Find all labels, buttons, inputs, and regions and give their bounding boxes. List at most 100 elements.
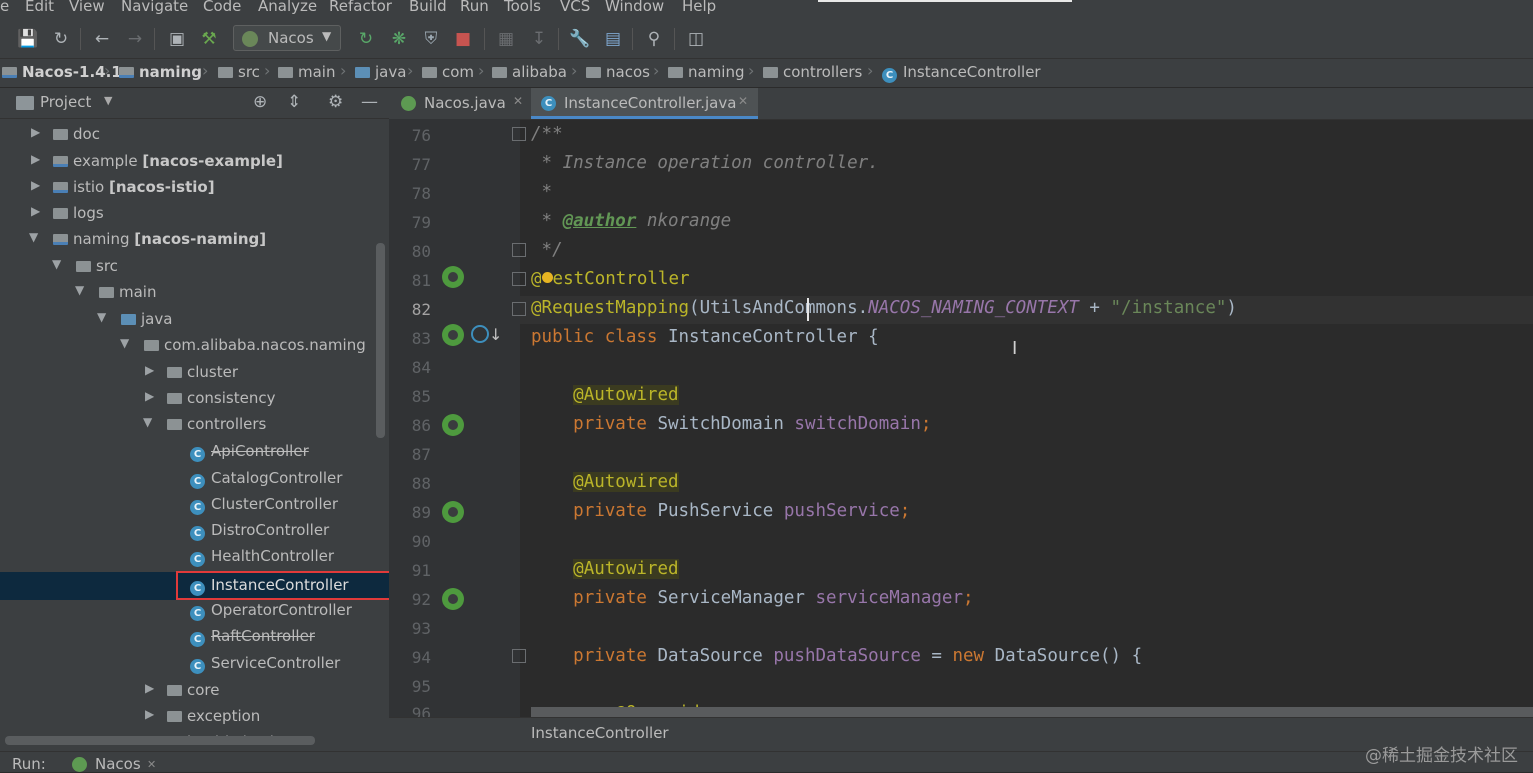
tree-item-example[interactable]: ▶ example [nacos-example] xyxy=(0,149,389,175)
chevron-down-icon[interactable]: ▼ xyxy=(29,230,38,244)
line-number[interactable]: 94 xyxy=(389,648,431,667)
code-line-76[interactable]: /** xyxy=(531,124,563,144)
menu-tools[interactable]: Tools xyxy=(504,0,541,15)
tree-item-exception[interactable]: ▶ exception xyxy=(0,704,389,730)
line-number[interactable]: 91 xyxy=(389,561,431,580)
save-all-icon[interactable]: 💾 xyxy=(17,28,39,50)
project-structure-icon[interactable]: ▤ xyxy=(602,28,624,50)
tree-item-src[interactable]: ▼ src xyxy=(0,254,389,280)
fold-marker-icon[interactable] xyxy=(512,649,526,663)
line-number[interactable]: 81 xyxy=(389,271,431,290)
tab-nacos-java[interactable]: Nacos.java ✕ xyxy=(395,88,529,119)
menu-file[interactable]: e xyxy=(0,0,9,15)
gear-icon[interactable]: ⚙ xyxy=(328,92,343,112)
menu-run[interactable]: Run xyxy=(460,0,489,15)
line-number[interactable]: 80 xyxy=(389,242,431,261)
tree-item-consistency[interactable]: ▶ consistency xyxy=(0,386,389,412)
code-line-82[interactable]: @RequestMapping(UtilsAndCommons.NACOS_NA… xyxy=(531,298,1237,318)
line-number[interactable]: 78 xyxy=(389,184,431,203)
line-number[interactable]: 84 xyxy=(389,358,431,377)
line-number[interactable]: 88 xyxy=(389,474,431,493)
code-line-77[interactable]: * Instance operation controller. xyxy=(531,153,879,173)
close-icon[interactable]: ✕ xyxy=(147,758,156,771)
tree-item-controllers[interactable]: ▼ controllers xyxy=(0,412,389,438)
project-panel-title[interactable]: Project xyxy=(40,93,91,111)
chevron-right-icon[interactable]: ▶ xyxy=(31,125,40,139)
run-configuration-dropdown[interactable]: Nacos ▼ xyxy=(233,25,341,51)
hide-panel-icon[interactable]: — xyxy=(361,92,378,112)
spring-bean-gutter-icon[interactable] xyxy=(442,266,464,288)
tree-item-naming-module[interactable]: ▼ naming [nacos-naming] xyxy=(0,227,389,253)
line-number[interactable]: 93 xyxy=(389,619,431,638)
spring-bean-gutter-icon[interactable] xyxy=(442,324,464,346)
tree-item-java[interactable]: ▼ java xyxy=(0,307,389,333)
chevron-down-icon[interactable]: ▼ xyxy=(120,336,129,350)
vcs-commit-icon[interactable]: ↧ xyxy=(528,28,550,50)
line-number[interactable]: 85 xyxy=(389,387,431,406)
autowired-gutter-icon[interactable] xyxy=(442,501,464,523)
tree-item-core[interactable]: ▶ core xyxy=(0,678,389,704)
tree-item-catalog-controller[interactable]: C CatalogController xyxy=(0,466,389,492)
close-icon[interactable]: ✕ xyxy=(738,94,748,108)
code-line-83[interactable]: public class InstanceController { xyxy=(531,327,879,347)
tree-item-cluster[interactable]: ▶ cluster xyxy=(0,360,389,386)
tree-item-operator-controller[interactable]: C OperatorController xyxy=(0,598,389,624)
breadcrumb-main[interactable]: main xyxy=(278,63,335,81)
chevron-right-icon[interactable]: ▶ xyxy=(145,363,154,377)
breadcrumb-naming-module[interactable]: naming xyxy=(119,63,202,81)
chevron-right-icon[interactable]: ▶ xyxy=(31,152,40,166)
breadcrumb-instance-controller[interactable]: C InstanceController xyxy=(882,63,1041,83)
collapse-all-icon[interactable]: ⇕ xyxy=(287,92,301,112)
debug-icon[interactable]: ❋ xyxy=(388,28,410,50)
tree-item-cluster-controller[interactable]: C ClusterController xyxy=(0,492,389,518)
menu-vcs[interactable]: VCS xyxy=(560,0,590,15)
menu-refactor[interactable]: Refactor xyxy=(329,0,392,15)
code-line-89[interactable]: private PushService pushService; xyxy=(531,501,910,521)
stop-icon[interactable]: ■ xyxy=(452,28,474,50)
menu-help[interactable]: Help xyxy=(682,0,716,15)
line-number[interactable]: 96 xyxy=(389,704,431,717)
settings-wrench-icon[interactable]: 🔧 xyxy=(569,28,591,50)
chevron-right-icon[interactable]: ▶ xyxy=(145,389,154,403)
autowired-gutter-icon[interactable] xyxy=(442,588,464,610)
chevron-right-icon[interactable]: ▶ xyxy=(145,681,154,695)
code-line-94[interactable]: private DataSource pushDataSource = new … xyxy=(531,646,1142,666)
line-number[interactable]: 92 xyxy=(389,590,431,609)
coverage-icon[interactable]: ⛨ xyxy=(420,28,442,50)
close-icon[interactable]: ✕ xyxy=(513,94,523,108)
tree-item-main[interactable]: ▼ main xyxy=(0,280,389,306)
breadcrumb-src[interactable]: src xyxy=(218,63,260,81)
fold-marker-icon[interactable] xyxy=(512,302,526,316)
menu-edit[interactable]: Edit xyxy=(25,0,54,15)
chevron-down-icon[interactable]: ▼ xyxy=(143,415,152,429)
code-line-91[interactable]: @Autowired xyxy=(531,559,679,579)
editor-breadcrumb-class[interactable]: InstanceController xyxy=(531,724,669,742)
vcs-update-icon[interactable]: ▦ xyxy=(495,28,517,50)
chevron-down-icon[interactable]: ▼ xyxy=(75,283,84,297)
line-number[interactable]: 83 xyxy=(389,329,431,348)
tree-vertical-scrollbar[interactable] xyxy=(376,243,385,438)
tasks-icon[interactable]: ◫ xyxy=(685,28,707,50)
code-line-86[interactable]: private SwitchDomain switchDomain; xyxy=(531,414,931,434)
menu-analyze[interactable]: Analyze xyxy=(258,0,317,15)
code-line-81[interactable]: @ estController xyxy=(531,269,690,289)
tree-item-istio[interactable]: ▶ istio [nacos-istio] xyxy=(0,175,389,201)
tree-horizontal-scrollbar[interactable] xyxy=(5,736,315,745)
code-line-85[interactable]: @Autowired xyxy=(531,385,679,405)
menu-navigate[interactable]: Navigate xyxy=(121,0,188,15)
tree-item-health-controller[interactable]: C HealthController xyxy=(0,544,389,570)
code-line-78[interactable]: * xyxy=(531,182,553,202)
menu-code[interactable]: Code xyxy=(203,0,241,15)
run-tab-nacos[interactable]: Nacos xyxy=(95,755,141,773)
chevron-right-icon[interactable]: ▶ xyxy=(145,707,154,721)
tree-item-service-controller[interactable]: C ServiceController xyxy=(0,651,389,677)
breadcrumb-java[interactable]: java xyxy=(355,63,406,81)
tree-item-distro-controller[interactable]: C DistroController xyxy=(0,518,389,544)
line-number[interactable]: 87 xyxy=(389,445,431,464)
chevron-down-icon[interactable]: ▼ xyxy=(97,310,106,324)
tree-item-api-controller[interactable]: C ApiController xyxy=(0,439,389,465)
forward-icon[interactable]: → xyxy=(124,28,146,50)
editor-horizontal-scrollbar[interactable] xyxy=(531,707,1533,717)
rerun-icon[interactable]: ↻ xyxy=(355,28,377,50)
chevron-right-icon[interactable]: ▶ xyxy=(31,178,40,192)
